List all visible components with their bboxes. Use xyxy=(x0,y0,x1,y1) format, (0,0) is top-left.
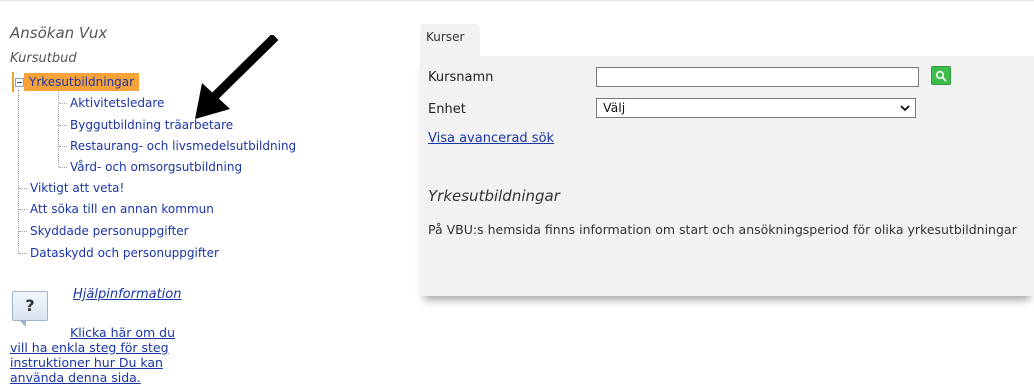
course-name-label: Kursnamn xyxy=(428,70,494,85)
course-name-input[interactable] xyxy=(596,67,919,87)
tree-item-label[interactable]: Aktivitetsledare xyxy=(70,96,164,110)
tree-line xyxy=(59,167,67,168)
tree-item-yrkesutbildningar[interactable]: Yrkesutbildningar xyxy=(24,73,140,91)
help-line[interactable]: instruktioner hur Du kan xyxy=(10,355,220,370)
tree-item-label[interactable]: Restaurang- och livsmedelsutbildning xyxy=(70,139,296,153)
tree-line xyxy=(59,125,67,126)
tree-item-restaurang[interactable]: Restaurang- och livsmedelsutbildning xyxy=(70,137,296,155)
tree-item-vard-omsorg[interactable]: Vård- och omsorgsutbildning xyxy=(70,158,242,176)
tree-item-skyddade[interactable]: Skyddade personuppgifter xyxy=(30,222,189,240)
tree-item-annan-kommun[interactable]: Att söka till en annan kommun xyxy=(30,200,214,218)
tree-line xyxy=(59,146,67,147)
tree-item-viktigt[interactable]: Viktigt att veta! xyxy=(30,179,124,197)
tree-item-dataskydd[interactable]: Dataskydd och personuppgifter xyxy=(30,244,219,262)
unit-select-value: Välj xyxy=(603,100,626,115)
tree-item-label[interactable]: Vård- och omsorgsutbildning xyxy=(70,160,242,174)
tree-line xyxy=(19,209,27,210)
help-line[interactable]: Klicka här om du xyxy=(10,325,220,340)
tree-line xyxy=(18,90,19,254)
tab-kurser[interactable]: Kurser xyxy=(420,24,480,56)
tree-line xyxy=(19,188,27,189)
chevron-down-icon xyxy=(900,105,910,112)
tree-item-label[interactable]: Viktigt att veta! xyxy=(30,181,124,195)
tree-line xyxy=(19,231,27,232)
tree-collapse-icon[interactable] xyxy=(15,78,24,87)
unit-label: Enhet xyxy=(428,102,466,117)
help-line[interactable]: vill ha enkla steg för steg xyxy=(10,340,220,355)
tree-line xyxy=(59,103,67,104)
advanced-search-link[interactable]: Visa avancerad sök xyxy=(428,131,554,146)
tree-item-aktivitetsledare[interactable]: Aktivitetsledare xyxy=(70,94,164,112)
annotation-arrow xyxy=(195,35,279,119)
tree-item-label[interactable]: Dataskydd och personuppgifter xyxy=(30,246,219,260)
search-icon xyxy=(935,70,947,82)
main-heading: Yrkesutbildningar xyxy=(428,187,560,205)
top-divider xyxy=(0,0,1034,1)
search-button[interactable] xyxy=(931,66,951,85)
help-question-icon[interactable]: ? xyxy=(12,291,48,327)
unit-select[interactable]: Välj xyxy=(596,98,916,118)
search-panel xyxy=(420,56,1034,296)
tree-item-label[interactable]: Att söka till en annan kommun xyxy=(30,202,214,216)
info-text: På VBU:s hemsida finns information om st… xyxy=(428,222,1017,237)
app-title: Ansökan Vux xyxy=(10,24,108,42)
help-info-link[interactable]: Hjälpinformation xyxy=(73,287,181,302)
help-line[interactable]: använda denna sida. xyxy=(10,370,220,385)
tree-item-label[interactable]: Skyddade personuppgifter xyxy=(30,224,189,238)
tree-line xyxy=(19,253,27,254)
selection-marker xyxy=(12,72,14,92)
help-instructions-link[interactable]: Klicka här om du vill ha enkla steg för … xyxy=(10,325,220,385)
section-title: Kursutbud xyxy=(10,51,77,66)
